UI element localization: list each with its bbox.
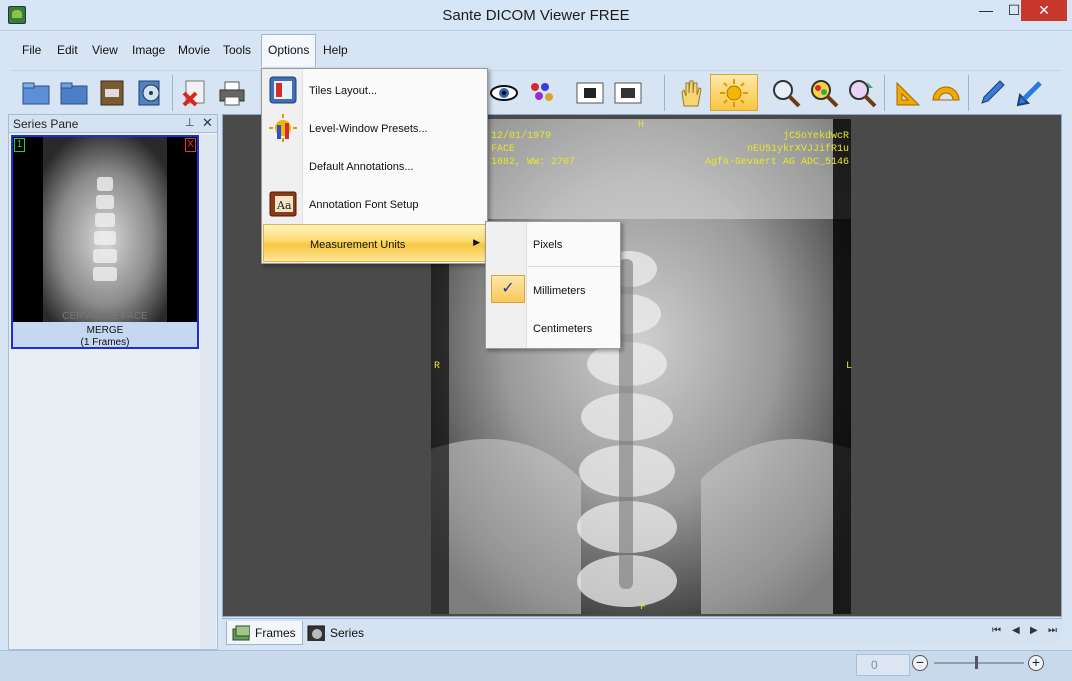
orientation-left: R [434, 361, 441, 372]
series-pane: Series Pane ⊥ ✕ 1 X CERVICALE FACE MERGE… [8, 114, 218, 650]
arrow-annotation-icon[interactable] [1014, 77, 1046, 109]
tab-frames[interactable]: Frames [226, 621, 303, 645]
status-bar: 0 − + [0, 650, 1072, 681]
menu-item-default-annotations[interactable]: Default Annotations... [263, 147, 487, 185]
print-icon[interactable] [216, 77, 248, 109]
window-level-button[interactable] [710, 74, 758, 111]
menu-help[interactable]: Help [317, 34, 354, 67]
orientation-top: H [638, 120, 645, 131]
menu-item-centimeters[interactable]: Centimeters [487, 309, 620, 345]
svg-text:Aa: Aa [276, 199, 292, 212]
close-button[interactable]: ✕ [1021, 0, 1067, 21]
orientation-right: L [846, 361, 853, 372]
next-frame-icon[interactable]: ▶ [1030, 625, 1038, 636]
font-book-icon: Aa [269, 191, 297, 217]
menu-item-level-window-presets[interactable]: Level-Window Presets... [263, 109, 487, 147]
thumbnail-remove-icon[interactable]: X [185, 138, 196, 152]
menu-options[interactable]: Options [261, 34, 317, 67]
view-tabs: Frames Series ⏮ ◀ ▶ ⏭ [222, 618, 1062, 646]
angle-measure-icon[interactable] [892, 77, 924, 109]
series-pane-scrollbar[interactable] [200, 135, 216, 649]
zoom-in-button[interactable]: + [1028, 655, 1044, 671]
menu-view[interactable]: View [86, 34, 124, 67]
measurement-units-submenu: Pixels ✓ Millimeters Centimeters [485, 221, 621, 349]
submenu-arrow-icon: ▶ [473, 237, 480, 247]
menu-item-pixels[interactable]: Pixels [487, 225, 620, 261]
series-pane-header: Series Pane ⊥ ✕ [9, 115, 217, 133]
checkmark-icon: ✓ [491, 275, 525, 303]
orientation-bottom: F [640, 602, 647, 613]
tab-series[interactable]: Series [302, 621, 370, 645]
tab-frames-label: Frames [255, 626, 296, 640]
zoom-slider-thumb[interactable] [975, 656, 978, 669]
series-thumbnail[interactable]: 1 X CERVICALE FACE MERGE (1 Frames) [11, 135, 199, 349]
thumbnail-image: 1 X CERVICALE FACE [13, 137, 197, 322]
open-database-icon[interactable] [58, 77, 90, 109]
minimize-button[interactable]: — [972, 0, 1000, 21]
menu-file[interactable]: File [16, 34, 47, 67]
options-menu: Tiles Layout... Level-Window Presets... … [261, 68, 488, 264]
overlay-manufacturer: Agfa-Gevaert AG ADC_5146 [704, 157, 849, 168]
menu-item-tiles-layout[interactable]: Tiles Layout... [263, 71, 487, 109]
level-window-icon [269, 114, 297, 142]
pencil-icon[interactable] [976, 77, 1008, 109]
pin-icon[interactable]: ⊥ [185, 116, 195, 129]
first-frame-icon[interactable]: ⏮ [992, 625, 1001, 636]
thumbnail-frames: (1 Frames) [80, 337, 130, 348]
palette-icon[interactable] [526, 77, 558, 109]
pan-hand-icon[interactable] [674, 77, 706, 109]
menu-item-annotation-font-setup[interactable]: Aa Annotation Font Setup [263, 185, 487, 223]
prev-frame-icon[interactable]: ◀ [1012, 625, 1020, 636]
title-bar: Sante DICOM Viewer FREE — ☐ ✕ [0, 0, 1072, 31]
series-icon [307, 625, 325, 641]
cd-icon[interactable] [134, 77, 166, 109]
fit-window-icon[interactable] [612, 77, 644, 109]
menu-bar: File Edit View Image Movie Tools Options… [10, 34, 1072, 68]
pane-close-icon[interactable]: ✕ [202, 115, 213, 131]
thumbnail-name: MERGE [86, 325, 124, 336]
frames-icon [232, 625, 250, 641]
window-title: Sante DICOM Viewer FREE [442, 7, 630, 24]
close-image-icon[interactable] [178, 77, 210, 109]
menu-tools[interactable]: Tools [217, 34, 257, 67]
eye-icon[interactable] [488, 77, 520, 109]
toolbar [10, 70, 1062, 112]
series-pane-title: Series Pane [13, 117, 79, 131]
open-folder-icon[interactable] [20, 77, 52, 109]
protractor-icon[interactable] [930, 77, 962, 109]
overlay-date: 12/01/1979 [491, 131, 552, 142]
overlay-view: FACE [491, 144, 516, 155]
menu-image[interactable]: Image [126, 34, 171, 67]
overlay-patient-id: jC5oYekdwcR [782, 131, 849, 142]
archive-icon[interactable] [96, 77, 128, 109]
zoom-slider[interactable] [934, 662, 1024, 664]
overlay-study-id: nEU51ykrXVJJifR1u [746, 144, 849, 155]
zoom-region-icon[interactable] [846, 77, 878, 109]
menu-movie[interactable]: Movie [172, 34, 216, 67]
tiles-layout-icon [269, 76, 297, 104]
thumbnail-index: 1 [14, 138, 25, 152]
zoom-value: 0 [856, 654, 910, 676]
menu-edit[interactable]: Edit [51, 34, 84, 67]
last-frame-icon[interactable]: ⏭ [1048, 625, 1057, 636]
zoom-out-button[interactable]: − [912, 655, 928, 671]
menu-item-measurement-units[interactable]: Measurement Units ▶ [263, 224, 487, 262]
thumbnail-caption: CERVICALE FACE [62, 311, 148, 322]
zoom-icon[interactable] [770, 77, 802, 109]
invert-image-icon[interactable] [574, 77, 606, 109]
magnifier-color-icon[interactable] [808, 77, 840, 109]
overlay-window-width: 1682, WW: 2707 [491, 157, 576, 168]
menu-item-millimeters[interactable]: ✓ Millimeters [487, 271, 620, 307]
xray-image[interactable] [431, 119, 851, 614]
tab-series-label: Series [330, 626, 365, 640]
